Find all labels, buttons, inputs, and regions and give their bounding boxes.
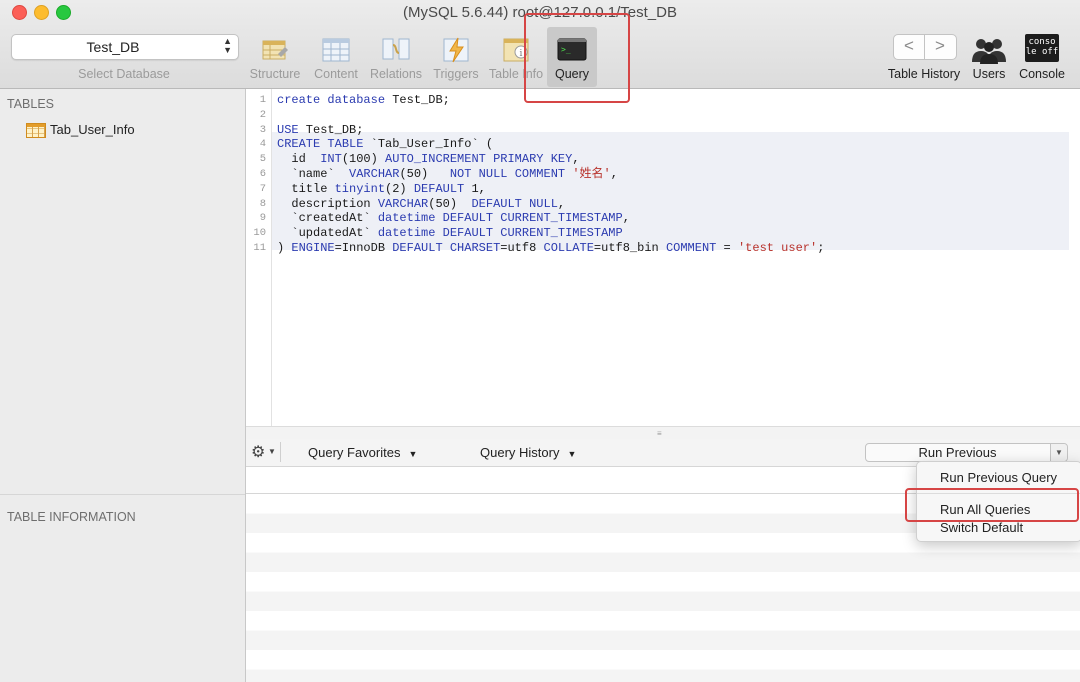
code-text: `createdAt` datetime DEFAULT CURRENT_TIM…: [277, 211, 630, 226]
table-history-label: Table History: [887, 67, 961, 81]
gear-caret-icon: ▼: [268, 447, 276, 456]
code-text: create database Test_DB;: [277, 93, 450, 107]
console-label: Console: [1019, 67, 1065, 81]
run-options-dropdown[interactable]: ▼: [1050, 444, 1067, 461]
query-history-menu[interactable]: Query History ▼: [480, 445, 576, 460]
run-all-queries-highlight-annotation: [905, 488, 1079, 522]
console-icon-line-2: le off: [1025, 47, 1059, 57]
code-text: ) ENGINE=InnoDB DEFAULT CHARSET=utf8 COL…: [277, 241, 825, 255]
table-history-caption-wrap: Table History: [888, 30, 960, 86]
chevron-down-icon: ▼: [408, 449, 418, 459]
console-button[interactable]: conso le off Console: [1014, 30, 1070, 86]
code-text: CREATE TABLE `Tab_User_Info` (: [277, 137, 494, 152]
users-icon: [972, 39, 1006, 64]
line-number: 8: [259, 197, 266, 210]
run-previous-button[interactable]: Run Previous ▼: [865, 443, 1068, 462]
select-database-caption: Select Database: [78, 67, 170, 81]
gear-icon[interactable]: ⚙: [251, 442, 265, 462]
line-number: 4: [259, 138, 266, 151]
line-number: 6: [259, 168, 266, 180]
console-icon: conso le off: [1025, 34, 1059, 62]
editor-results-splitter[interactable]: ≡: [246, 426, 1080, 440]
sidebar-table-label: Tab_User_Info: [50, 122, 135, 137]
up-down-chevron-icon: ▲ ▼: [223, 36, 232, 55]
content-button[interactable]: Content: [307, 30, 365, 86]
line-number: 9: [259, 212, 266, 225]
tables-heading: TABLES: [7, 97, 55, 111]
table-icon: [26, 123, 46, 139]
run-previous-label: Run Previous: [918, 445, 997, 460]
code-text: `name` VARCHAR(50) NOT NULL COMMENT '姓名'…: [277, 167, 618, 181]
structure-label: Structure: [249, 67, 301, 81]
database-select-value: Test_DB: [86, 39, 140, 55]
relations-button[interactable]: Relations: [367, 30, 425, 86]
query-history-label: Query History: [480, 445, 560, 460]
query-editor[interactable]: 1 create database Test_DB; 2 3 USE Test_DB; 4…: [246, 89, 1080, 426]
triggers-icon: [443, 37, 469, 63]
line-number: 3: [259, 123, 266, 136]
line-number: 11: [253, 242, 266, 254]
content-icon: [322, 38, 350, 62]
database-select[interactable]: Test_DB ▲ ▼: [11, 34, 239, 60]
code-text: title tinyint(2) DEFAULT 1,: [277, 181, 486, 196]
chevron-down-icon: ▼: [567, 449, 577, 459]
code-text: description VARCHAR(50) DEFAULT NULL,: [277, 196, 566, 211]
sidebar: TABLES Tab_User_Info TABLE INFORMATION: [0, 89, 246, 682]
line-number: 5: [259, 153, 266, 166]
line-number: 10: [253, 227, 266, 240]
code-text: `updatedAt` datetime DEFAULT CURRENT_TIM…: [277, 226, 623, 241]
query-favorites-label: Query Favorites: [308, 445, 401, 460]
code-text: USE Test_DB;: [277, 122, 364, 137]
sidebar-table-item[interactable]: Tab_User_Info: [26, 122, 135, 140]
console-icon-line-1: conso: [1028, 37, 1056, 47]
triggers-button[interactable]: Triggers: [427, 30, 485, 86]
menu-item-switch-default[interactable]: Switch Default: [940, 520, 1023, 535]
query-favorites-menu[interactable]: Query Favorites ▼: [308, 445, 417, 460]
structure-button[interactable]: Structure: [246, 30, 304, 86]
menu-item-run-previous-query[interactable]: Run Previous Query: [940, 470, 1057, 485]
svg-text:i: i: [520, 49, 523, 59]
table-information-heading: TABLE INFORMATION: [7, 510, 136, 524]
structure-icon: [262, 40, 288, 60]
code-text: id INT(100) AUTO_INCREMENT PRIMARY KEY,: [277, 152, 580, 167]
sidebar-divider: [0, 494, 245, 495]
relations-icon: [382, 38, 410, 60]
line-number: 1: [259, 94, 266, 106]
line-number: 2: [259, 108, 266, 121]
line-number: 7: [259, 182, 266, 195]
